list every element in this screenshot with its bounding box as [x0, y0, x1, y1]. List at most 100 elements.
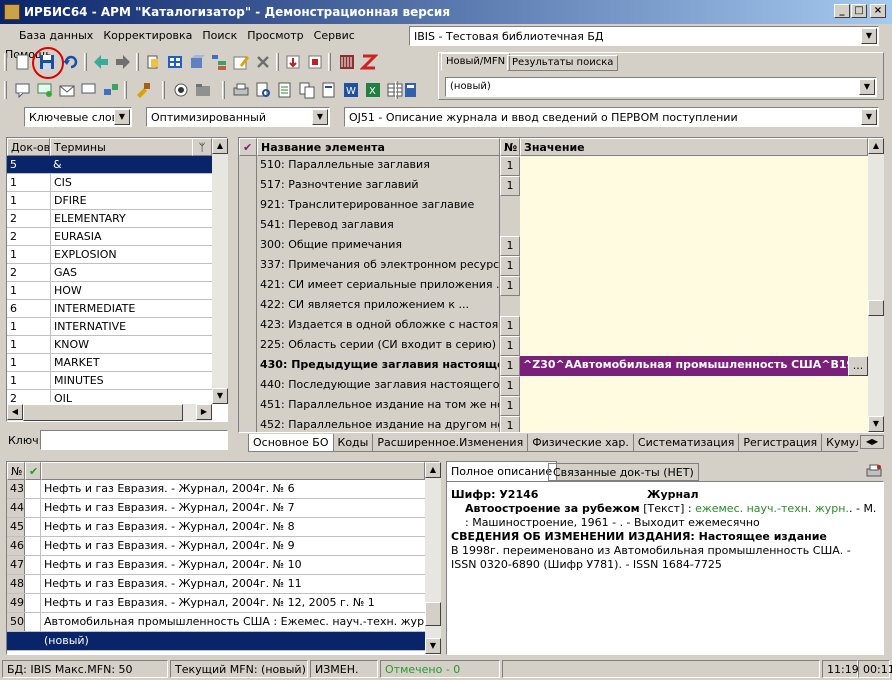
- dict-row[interactable]: 2 EURASIA: [7, 228, 212, 246]
- field-value[interactable]: [520, 156, 868, 176]
- dict-row[interactable]: 1 EXPLOSION: [7, 246, 212, 264]
- scroll-down-icon[interactable]: ▼: [868, 416, 884, 432]
- menu-edit[interactable]: Корректировка: [98, 26, 197, 45]
- field-value[interactable]: ^Z30^AАвтомобильная промышленность США^B…: [520, 356, 868, 376]
- print-list-icon[interactable]: [276, 81, 294, 99]
- field-value[interactable]: [520, 216, 868, 236]
- ellipsis-button[interactable]: ...: [848, 356, 868, 376]
- dict-row[interactable]: 2 OIL: [7, 390, 212, 402]
- print-preview-icon[interactable]: [254, 81, 272, 99]
- field-value[interactable]: [520, 336, 868, 356]
- tab-physical[interactable]: Физические хар.: [527, 434, 634, 452]
- dict-row[interactable]: 6 INTERMEDIATE: [7, 300, 212, 318]
- fields-scrollbar[interactable]: ▲ ▼: [868, 138, 884, 432]
- field-row[interactable]: 517: Разночтение заглавий 1: [239, 176, 868, 196]
- search-type-select[interactable]: Оптимизированный ▼: [146, 107, 330, 127]
- chevron-down-icon[interactable]: ▼: [114, 109, 130, 125]
- excel-icon[interactable]: X: [364, 81, 382, 99]
- message-icon[interactable]: [14, 81, 32, 99]
- record-row[interactable]: 44 Нефть и газ Евразия. - Журнал, 2004г. …: [7, 499, 425, 518]
- scroll-down-icon[interactable]: ▼: [425, 638, 441, 654]
- field-value[interactable]: [520, 196, 868, 216]
- dict-row[interactable]: 1 CIS: [7, 174, 212, 192]
- record-row[interactable]: 48 Нефть и газ Евразия. - Журнал, 2004г. …: [7, 575, 425, 594]
- menu-database[interactable]: База данных: [14, 26, 98, 45]
- search-mode-select[interactable]: Ключевые слова ▼: [24, 107, 132, 127]
- tab-scroll-arrows[interactable]: ◀▶: [860, 435, 884, 449]
- undo-icon[interactable]: [62, 53, 80, 71]
- tab-full-description[interactable]: Полное описание: [446, 461, 558, 481]
- field-row[interactable]: 510: Параллельные заглавия 1: [239, 156, 868, 176]
- mfn-select[interactable]: (новый) ▼: [445, 77, 877, 97]
- tab-linked-docs[interactable]: Связанные док-ты (НЕТ): [548, 463, 699, 481]
- field-value[interactable]: [520, 256, 868, 276]
- header-record-no[interactable]: №: [7, 462, 25, 480]
- relations-icon[interactable]: [102, 81, 120, 99]
- help-book-icon[interactable]: [402, 81, 420, 99]
- record-mark[interactable]: [25, 594, 41, 612]
- tab-systematization[interactable]: Систематизация: [632, 434, 740, 452]
- dict-row[interactable]: 5 &: [7, 156, 212, 174]
- record-mark[interactable]: [25, 537, 41, 555]
- copy-icon[interactable]: [298, 81, 316, 99]
- record-row[interactable]: 50 Автомобильная промышленность США : Еже…: [7, 613, 425, 632]
- print-icon[interactable]: [866, 463, 882, 479]
- tab-codes[interactable]: Коды: [332, 434, 374, 452]
- record-row[interactable]: 46 Нефть и газ Евразия. - Журнал, 2004г. …: [7, 537, 425, 556]
- key-input[interactable]: [40, 430, 228, 450]
- folder-icon[interactable]: [194, 81, 212, 99]
- dict-row[interactable]: 2 GAS: [7, 264, 212, 282]
- record-mark[interactable]: [25, 499, 41, 517]
- record-mark[interactable]: [25, 556, 41, 574]
- scroll-up-icon[interactable]: ▲: [212, 138, 228, 154]
- speech-icon[interactable]: [80, 81, 98, 99]
- pin-icon[interactable]: ᛘ: [192, 138, 212, 156]
- z3950-icon[interactable]: [359, 53, 379, 71]
- tab-basic[interactable]: Основное БО: [248, 434, 334, 452]
- field-row[interactable]: 921: Транслитерированное заглавие: [239, 196, 868, 216]
- field-row[interactable]: 451: Параллельное издание на том же носи…: [239, 396, 868, 416]
- record-mark[interactable]: [25, 480, 41, 498]
- chevron-down-icon[interactable]: ▼: [312, 109, 328, 125]
- grid-icon[interactable]: [166, 53, 184, 71]
- field-value[interactable]: [520, 276, 868, 296]
- record-row[interactable]: 43 Нефть и газ Евразия. - Журнал, 2004г. …: [7, 480, 425, 499]
- copy-record-icon[interactable]: [144, 53, 162, 71]
- menu-service[interactable]: Сервис: [309, 26, 360, 45]
- field-value[interactable]: [520, 376, 868, 396]
- field-row[interactable]: 337: Примечания об электронном ресурсе 1: [239, 256, 868, 276]
- record-mark[interactable]: [25, 518, 41, 536]
- view-icon[interactable]: [172, 81, 190, 99]
- header-no[interactable]: №: [500, 138, 520, 156]
- record-mark[interactable]: [25, 613, 41, 631]
- field-value[interactable]: [520, 236, 868, 256]
- record-mark[interactable]: [25, 632, 41, 650]
- dict-row[interactable]: 1 MARKET: [7, 354, 212, 372]
- import-icon[interactable]: [284, 53, 302, 71]
- field-value[interactable]: [520, 316, 868, 336]
- field-row[interactable]: 225: Область серии (СИ входит в серию) 1: [239, 336, 868, 356]
- field-row[interactable]: 421: СИ имеет сериальные приложения ... 1: [239, 276, 868, 296]
- menu-search[interactable]: Поиск: [197, 26, 242, 45]
- minimize-button[interactable]: _: [834, 4, 850, 18]
- mail-icon[interactable]: [58, 81, 76, 99]
- field-row[interactable]: 541: Перевод заглавия: [239, 216, 868, 236]
- barcode-icon[interactable]: [338, 53, 356, 71]
- chevron-down-icon[interactable]: ▼: [861, 28, 877, 44]
- print-icon[interactable]: [232, 81, 250, 99]
- edit-pen-icon[interactable]: [232, 53, 250, 71]
- chevron-down-icon[interactable]: ▼: [859, 79, 875, 95]
- field-value[interactable]: [520, 416, 868, 432]
- new-record-icon[interactable]: [14, 53, 32, 71]
- tab-cumulation[interactable]: Кумуляция: [821, 434, 858, 452]
- arrow-left-icon[interactable]: [92, 53, 110, 71]
- chevron-down-icon[interactable]: ▼: [861, 109, 877, 125]
- field-value[interactable]: [520, 396, 868, 416]
- cube-icon[interactable]: [188, 53, 206, 71]
- field-value[interactable]: [520, 176, 868, 196]
- tab-search-results[interactable]: Результаты поиска: [507, 55, 619, 71]
- record-row[interactable]: 45 Нефть и газ Евразия. - Журнал, 2004г. …: [7, 518, 425, 537]
- dict-scrollbar[interactable]: ▲ ▼: [212, 138, 228, 404]
- worksheet-select[interactable]: OJ51 - Описание журнала и ввод сведений …: [344, 107, 879, 127]
- records-scrollbar[interactable]: ▲ ▼: [425, 462, 441, 654]
